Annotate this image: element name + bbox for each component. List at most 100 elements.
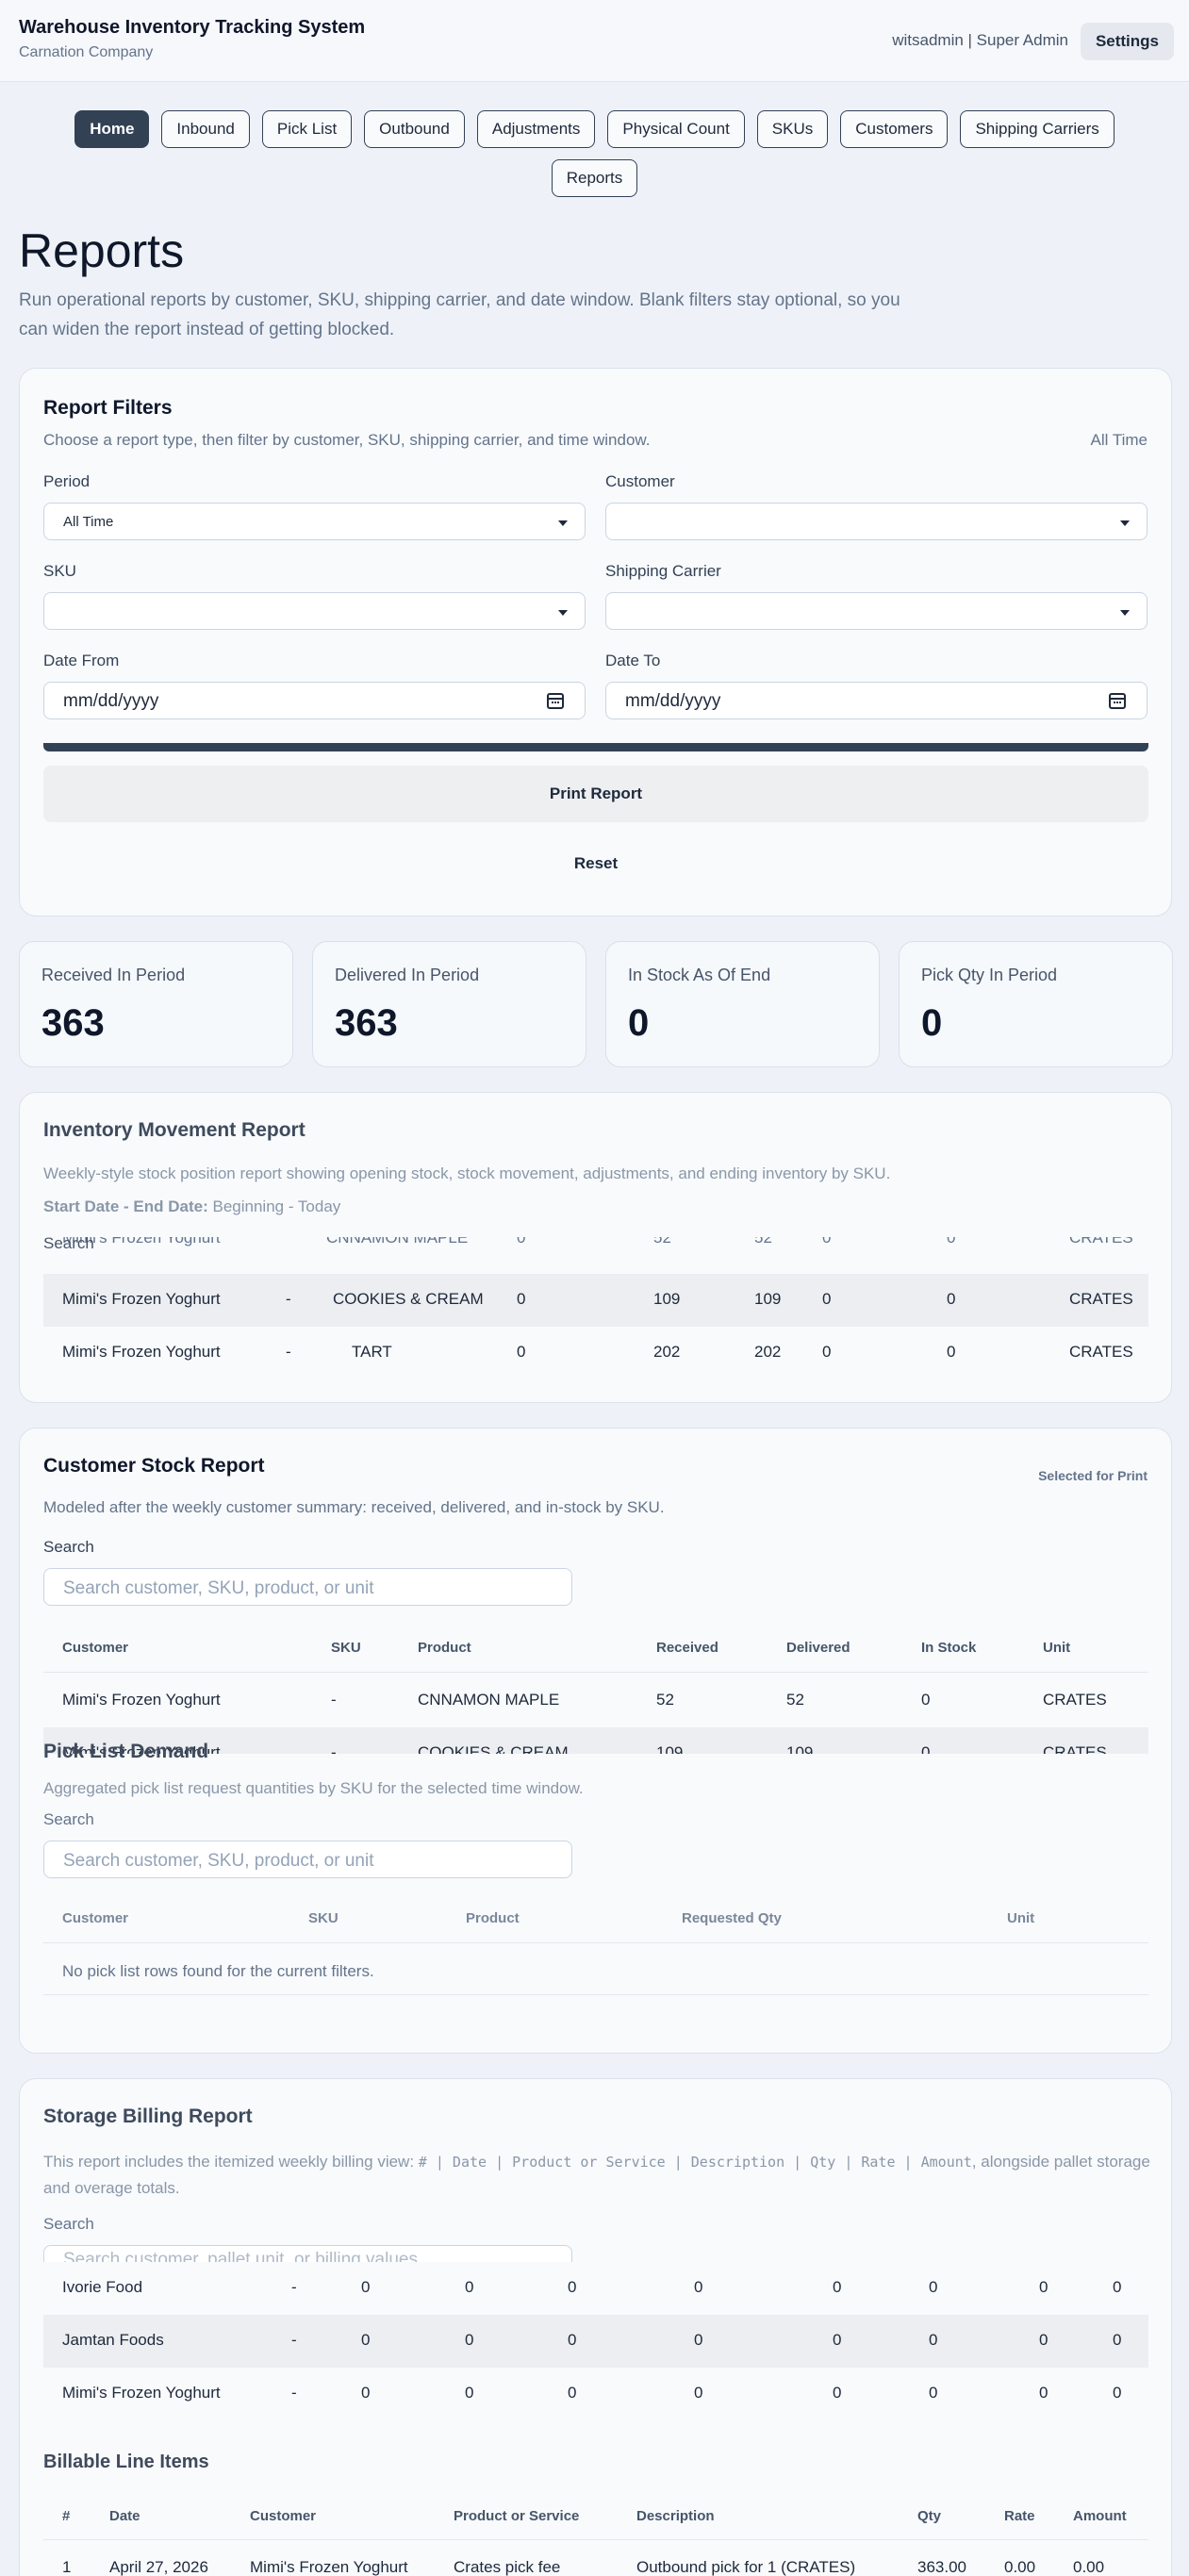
- generate-report-button[interactable]: [43, 743, 1148, 751]
- customer-stock-search-input[interactable]: Search customer, SKU, product, or unit: [43, 1568, 572, 1606]
- billing-search-input[interactable]: Search customer, pallet unit, or billing…: [43, 2245, 572, 2262]
- movement-title: Inventory Movement Report: [43, 1119, 306, 1141]
- table-row: Mimi's Frozen Yoghurt - COOKIES & CREAM …: [43, 1274, 1148, 1327]
- date-to-input[interactable]: mm/dd/yyyy: [605, 682, 1148, 719]
- nav-pick-list[interactable]: Pick List: [261, 110, 353, 148]
- nav-reports[interactable]: Reports: [551, 159, 638, 197]
- customer-label: Customer: [605, 472, 675, 490]
- pick-demand-search-input[interactable]: Search customer, SKU, product, or unit: [43, 1841, 572, 1878]
- column-header: Unit: [1043, 1640, 1071, 1656]
- search-placeholder: Search customer, SKU, product, or unit: [63, 1578, 374, 1598]
- chevron-down-icon: [558, 520, 568, 526]
- stat-label: In Stock As Of End: [628, 966, 771, 984]
- pick-demand-description: Aggregated pick list request quantities …: [43, 1779, 584, 1797]
- inventory-movement-card: Inventory Movement Report Weekly-style s…: [19, 1092, 1172, 1403]
- stat-delivered: Delivered In Period 363: [312, 941, 586, 1067]
- column-header: Customer: [250, 2508, 317, 2524]
- nav-outbound[interactable]: Outbound: [364, 110, 465, 148]
- calendar-icon[interactable]: [1109, 693, 1126, 709]
- nav-shipping-carriers[interactable]: Shipping Carriers: [960, 110, 1115, 148]
- date-to-label: Date To: [605, 652, 661, 669]
- table-cell: CRATES: [1043, 1691, 1107, 1709]
- search-placeholder: Search customer, pallet unit, or billing…: [63, 2250, 418, 2262]
- column-header: Date: [109, 2508, 140, 2524]
- divider: [43, 2539, 1148, 2540]
- movement-search-label: Search: [43, 1234, 94, 1252]
- stat-label: Received In Period: [41, 966, 186, 984]
- billable-line-items-title: Billable Line Items: [43, 2452, 209, 2472]
- stat-label: Pick Qty In Period: [921, 966, 1058, 984]
- period-value: All Time: [63, 514, 114, 530]
- table-row: Ivorie Food - 0 0 0 0 0 0 0 0: [62, 2278, 1122, 2296]
- table-row: Mimi's Frozen Yoghurt - TART 0 202 202 0…: [62, 1343, 1133, 1361]
- settings-button[interactable]: Settings: [1080, 23, 1174, 60]
- column-header: SKU: [331, 1640, 361, 1656]
- sku-select[interactable]: [43, 592, 586, 630]
- selected-for-print-badge: Selected for Print: [1038, 1468, 1148, 1483]
- nav-inbound[interactable]: Inbound: [161, 110, 250, 148]
- table-cell: 0: [921, 1691, 931, 1709]
- table-row: 1 April 27, 2026 Mimi's Frozen Yoghurt C…: [62, 2558, 1105, 2576]
- filters-title: Report Filters: [43, 397, 173, 419]
- nav-customers[interactable]: Customers: [840, 110, 949, 148]
- nav-skus[interactable]: SKUs: [756, 110, 829, 148]
- nav-home[interactable]: Home: [74, 110, 150, 148]
- stat-value: 363: [41, 1002, 105, 1044]
- billing-columns-code: # | Date | Product or Service | Descript…: [418, 2154, 972, 2171]
- stat-label: Delivered In Period: [335, 966, 480, 984]
- column-header: Description: [636, 2508, 715, 2524]
- column-header: #: [62, 2508, 71, 2524]
- pick-demand-search-label: Search: [43, 1810, 94, 1828]
- date-from-input[interactable]: mm/dd/yyyy: [43, 682, 586, 719]
- print-report-button[interactable]: Print Report: [43, 766, 1148, 822]
- billing-description: This report includes the itemized weekly…: [43, 2153, 1150, 2197]
- column-header: Rate: [1004, 2508, 1035, 2524]
- stat-value: 0: [921, 1002, 943, 1044]
- column-header: Amount: [1073, 2508, 1127, 2524]
- calendar-icon[interactable]: [547, 693, 564, 709]
- column-header: Product: [418, 1640, 471, 1656]
- chevron-down-icon: [558, 610, 568, 616]
- column-header: Requested Qty: [682, 1910, 782, 1926]
- table-cell: Mimi's Frozen Yoghurt: [62, 1691, 221, 1709]
- column-header: Customer: [62, 1910, 129, 1926]
- top-bar: Warehouse Inventory Tracking System Carn…: [0, 0, 1189, 82]
- period-label: Period: [43, 472, 91, 490]
- nav-adjustments[interactable]: Adjustments: [476, 110, 596, 148]
- nav-physical-count[interactable]: Physical Count: [607, 110, 745, 148]
- table-cell: CNNAMON MAPLE: [418, 1691, 560, 1709]
- carrier-label: Shipping Carrier: [605, 562, 721, 580]
- sku-label: SKU: [43, 562, 76, 580]
- date-from-label: Date From: [43, 652, 120, 669]
- stat-pick-qty: Pick Qty In Period 0: [899, 941, 1173, 1067]
- movement-date-range: Start Date - End Date: Beginning - Today: [43, 1197, 340, 1216]
- table-row: Mimi's Frozen Yoghurt - COOKIES & CREAM …: [43, 1727, 1148, 1754]
- reset-button[interactable]: Reset: [43, 840, 1148, 887]
- billing-title: Storage Billing Report: [43, 2105, 253, 2127]
- pick-demand-title: Pick List Demand: [43, 1741, 209, 1762]
- report-filters-card: Report Filters Choose a report type, the…: [19, 368, 1172, 916]
- column-header: Delivered: [786, 1640, 850, 1656]
- movement-description: Weekly-style stock position report showi…: [43, 1164, 891, 1182]
- period-select[interactable]: All Time: [43, 503, 586, 540]
- divider: [43, 1994, 1148, 1995]
- app-title: Warehouse Inventory Tracking System: [19, 17, 366, 38]
- carrier-select[interactable]: [605, 592, 1148, 630]
- customer-select[interactable]: [605, 503, 1148, 540]
- table-cell: 52: [786, 1691, 804, 1709]
- chevron-down-icon: [1120, 610, 1130, 616]
- date-range-value: Beginning - Today: [212, 1197, 341, 1215]
- filters-description: Choose a report type, then filter by cus…: [43, 431, 651, 449]
- pick-list-demand-section: Pick List Demand Aggregated pick list re…: [20, 1741, 1171, 2053]
- stat-value: 363: [335, 1002, 398, 1044]
- page-description: Run operational reports by customer, SKU…: [19, 290, 900, 339]
- column-header: Product or Service: [454, 2508, 580, 2524]
- search-placeholder: Search customer, SKU, product, or unit: [63, 1851, 374, 1871]
- date-to-value: mm/dd/yyyy: [625, 691, 721, 711]
- user-info: witsadmin | Super Admin: [892, 31, 1068, 49]
- column-header: In Stock: [921, 1640, 977, 1656]
- storage-billing-card: Storage Billing Report This report inclu…: [19, 2078, 1172, 2576]
- period-badge: All Time: [1090, 431, 1148, 449]
- table-row: Mimi's Frozen Yoghurt - 0 0 0 0 0 0 0 0: [62, 2384, 1122, 2402]
- date-range-label: Start Date - End Date:: [43, 1197, 208, 1215]
